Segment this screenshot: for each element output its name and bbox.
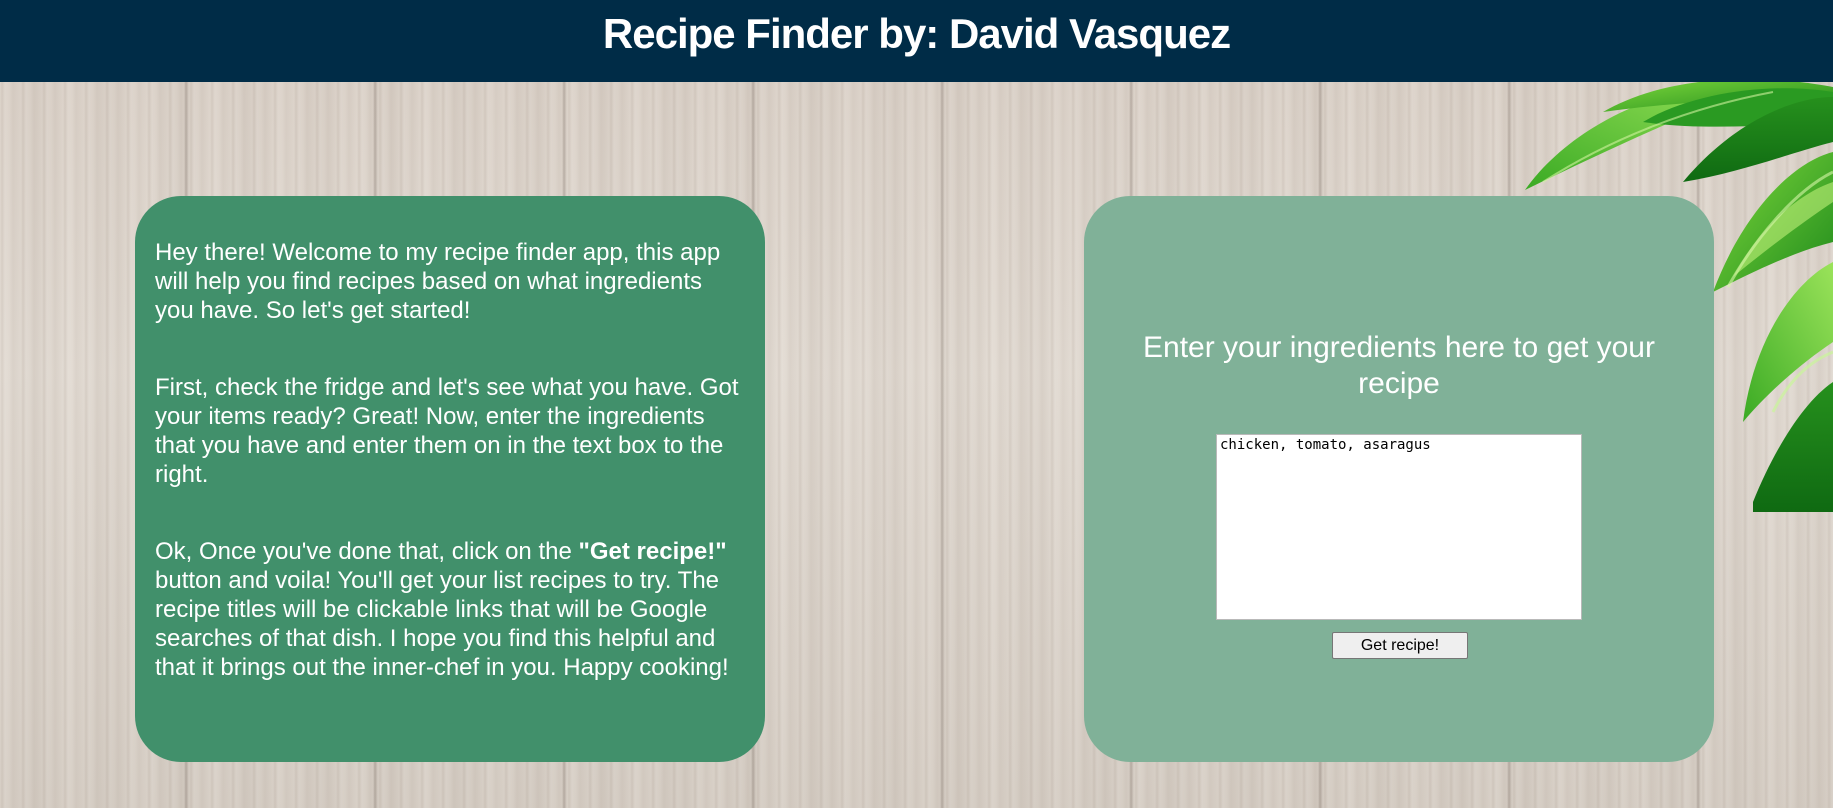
usage-paragraph: Ok, Once you've done that, click on the …: [155, 537, 745, 682]
usage-button-reference: "Get recipe!": [578, 538, 727, 565]
ingredient-input-panel: Enter your ingredients here to get your …: [1084, 196, 1714, 762]
ingredients-prompt: Enter your ingredients here to get your …: [1143, 331, 1655, 400]
page-title: Recipe Finder by: David Vasquez: [602, 10, 1231, 57]
usage-text-start: Ok, Once you've done that, click on the: [155, 538, 579, 565]
intro-paragraph: Hey there! Welcome to my recipe finder a…: [155, 239, 721, 324]
instructions-panel: Hey there! Welcome to my recipe finder a…: [135, 196, 765, 762]
instructions-paragraph: First, check the fridge and let's see wh…: [155, 374, 739, 488]
get-recipe-button[interactable]: Get recipe!: [1332, 632, 1468, 659]
ingredients-textarea[interactable]: chicken, tomato, asaragus: [1216, 434, 1582, 620]
app-header: Recipe Finder by: David Vasquez: [0, 0, 1833, 82]
usage-text-end: button and voila! You'll get your list r…: [155, 567, 729, 681]
